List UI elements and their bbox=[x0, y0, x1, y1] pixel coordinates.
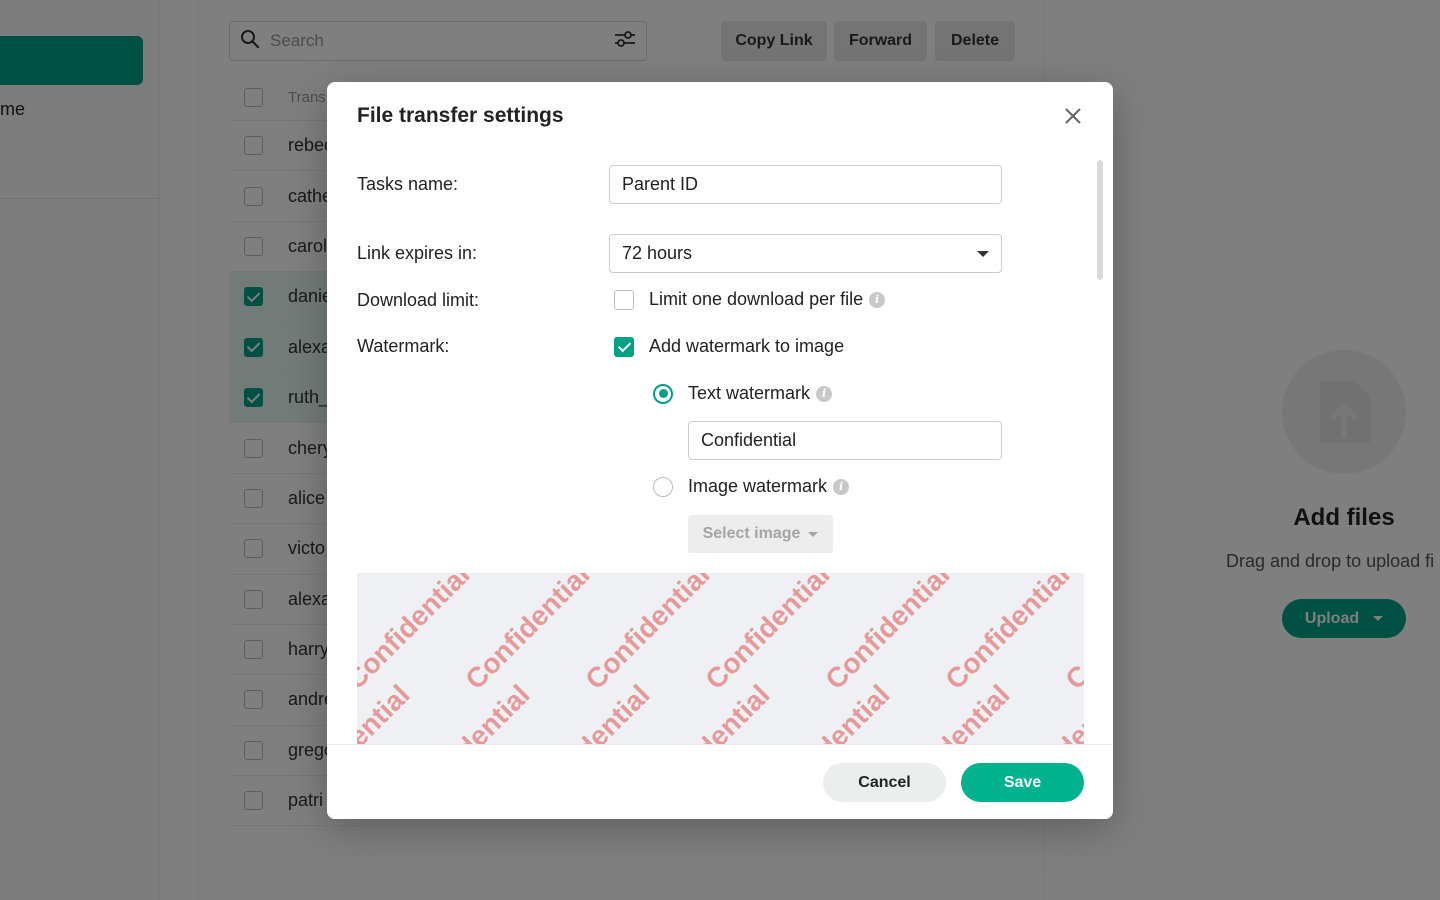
chevron-down-icon bbox=[808, 531, 819, 537]
close-icon[interactable] bbox=[1062, 105, 1084, 127]
info-icon[interactable]: i bbox=[833, 478, 850, 495]
image-watermark-option[interactable]: Image watermark i bbox=[653, 476, 850, 497]
chevron-down-icon bbox=[977, 250, 989, 257]
link-expires-label: Link expires in: bbox=[357, 243, 478, 263]
watermark-text: Confidential bbox=[357, 573, 476, 695]
link-expires-value: 72 hours bbox=[622, 243, 693, 263]
watermark-option-label: Add watermark to image bbox=[649, 336, 845, 356]
watermark-pattern: ConfidentialConfidentialConfidentialConf… bbox=[357, 573, 1084, 753]
info-icon[interactable]: i bbox=[816, 385, 833, 402]
download-limit-label: Download limit: bbox=[357, 290, 480, 310]
text-watermark-input[interactable] bbox=[688, 421, 1002, 460]
watermark-text: Confidential bbox=[519, 679, 655, 753]
image-watermark-label: Image watermark bbox=[688, 476, 828, 496]
watermark-text: Confidential bbox=[639, 679, 775, 753]
select-image-label: Select image bbox=[702, 525, 801, 542]
dialog-footer: Cancel Save bbox=[327, 744, 1113, 819]
dialog-title: File transfer settings bbox=[357, 104, 564, 127]
watermark-label: Watermark: bbox=[357, 336, 450, 356]
watermark-text: Confidential bbox=[999, 679, 1084, 753]
file-transfer-settings-dialog: File transfer settings Tasks name: Link … bbox=[327, 82, 1113, 819]
watermark-preview: Confidential Confidential Confidential Conf… bbox=[357, 573, 1084, 753]
link-expires-select[interactable]: 72 hours bbox=[609, 234, 1002, 273]
download-limit-checkbox[interactable] bbox=[614, 289, 634, 310]
watermark-text: Confidential bbox=[579, 573, 715, 695]
watermark-text: Confidential bbox=[399, 679, 535, 753]
info-icon[interactable]: i bbox=[869, 291, 886, 308]
watermark-checkbox[interactable] bbox=[614, 336, 634, 357]
watermark-text: Confidential bbox=[759, 679, 895, 753]
watermark-text: Confidential bbox=[939, 573, 1075, 695]
watermark-text: Confidential bbox=[819, 573, 955, 695]
cancel-button[interactable]: Cancel bbox=[823, 763, 946, 802]
save-button[interactable]: Save bbox=[961, 763, 1084, 802]
watermark-text: Confidential bbox=[699, 573, 835, 695]
task-name-label: Tasks name: bbox=[357, 174, 459, 194]
text-watermark-option[interactable]: Text watermark i bbox=[653, 383, 833, 404]
download-limit-option-label: Limit one download per file bbox=[649, 289, 864, 309]
image-watermark-radio[interactable] bbox=[653, 476, 673, 497]
select-image-button[interactable]: Select image bbox=[688, 515, 833, 553]
dialog-scrollbar[interactable] bbox=[1097, 160, 1103, 280]
watermark-option[interactable]: Add watermark to image bbox=[614, 336, 844, 357]
download-limit-option[interactable]: Limit one download per file i bbox=[614, 289, 886, 310]
watermark-text: Confidential bbox=[879, 679, 1015, 753]
text-watermark-radio[interactable] bbox=[653, 383, 673, 404]
watermark-text: Confidential bbox=[459, 573, 595, 695]
text-watermark-label: Text watermark bbox=[688, 383, 811, 403]
task-name-input[interactable] bbox=[609, 165, 1002, 204]
